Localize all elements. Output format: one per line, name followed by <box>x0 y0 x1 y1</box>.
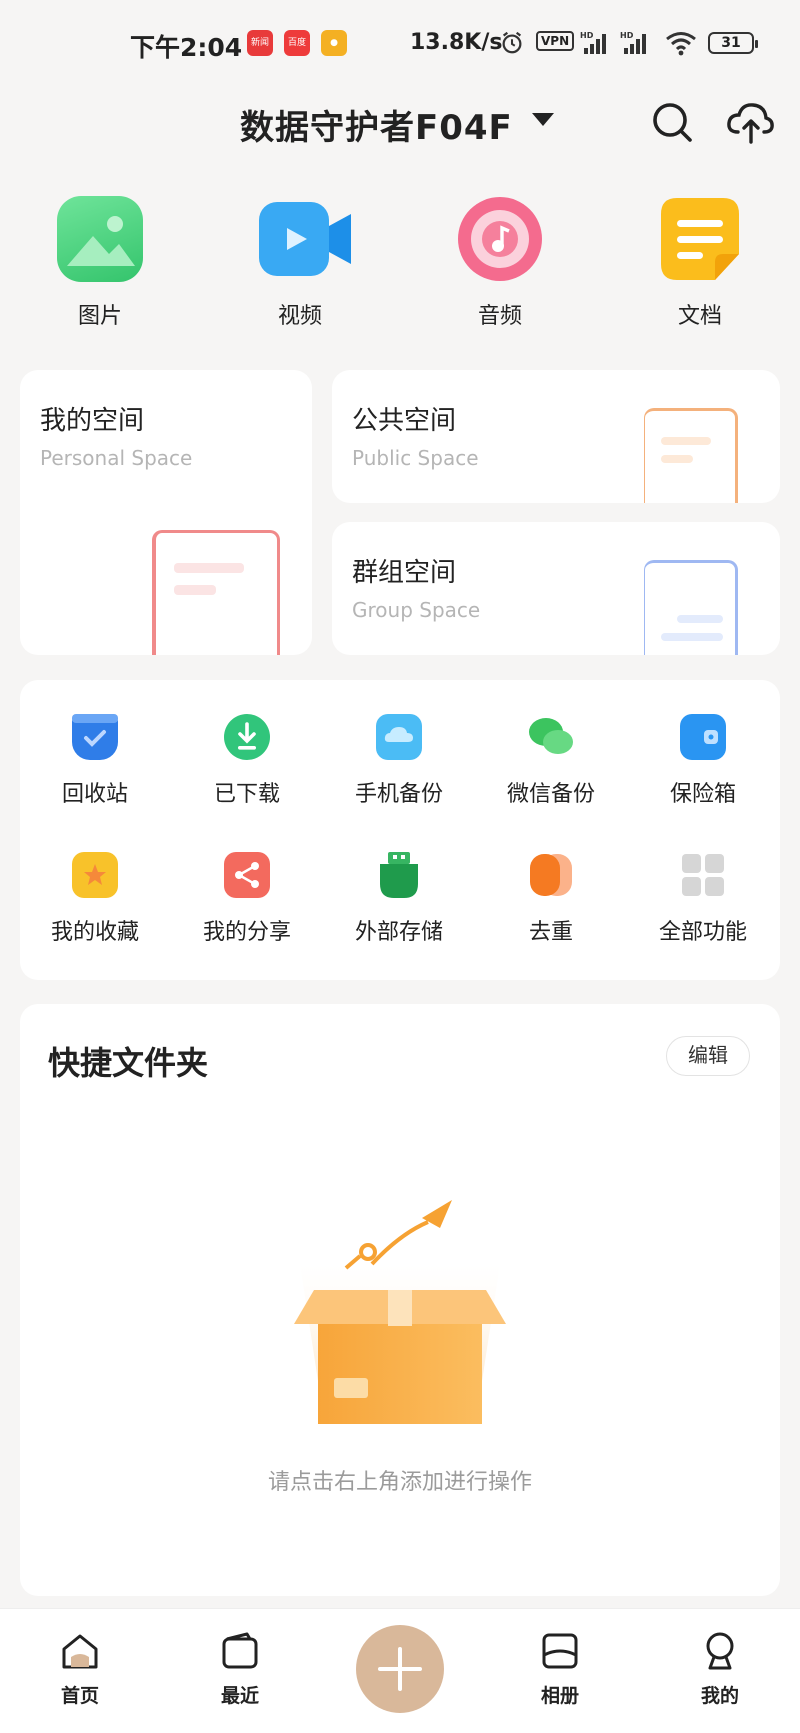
function-grid: 回收站 已下载 手机备份 微信备份 保险箱 我的收藏 我的分享 外部存储 去重 … <box>20 680 780 980</box>
fn-all-functions[interactable]: 全部功能 <box>628 852 778 946</box>
fn-recycle-bin[interactable]: 回收站 <box>20 714 170 808</box>
fn-safe-box[interactable]: 保险箱 <box>628 714 778 808</box>
safe-box-icon <box>680 714 726 760</box>
video-icon <box>257 196 351 282</box>
recent-icon <box>222 1632 258 1669</box>
category-audio[interactable]: 音频 <box>440 196 560 330</box>
recycle-bin-icon <box>72 714 118 760</box>
fn-label: 微信备份 <box>506 782 595 807</box>
quick-folders-title: 快捷文件夹 <box>48 1044 209 1082</box>
svg-text:HD: HD <box>580 31 594 40</box>
dedupe-icon <box>528 852 574 898</box>
nav-label: 相册 <box>540 1685 579 1707</box>
nav-album[interactable]: 相册 <box>510 1631 610 1708</box>
usb-storage-icon <box>376 852 422 898</box>
fn-favorites[interactable]: 我的收藏 <box>20 852 170 946</box>
profile-icon <box>706 1632 734 1670</box>
card-title: 群组空间 <box>352 558 457 588</box>
search-icon[interactable] <box>646 96 698 148</box>
fn-label: 我的收藏 <box>50 920 139 945</box>
group-space-card[interactable]: 群组空间 Group Space <box>332 522 780 655</box>
fn-my-shares[interactable]: 我的分享 <box>172 852 322 946</box>
fn-dedupe[interactable]: 去重 <box>476 852 626 946</box>
account-dropdown-icon[interactable] <box>532 113 554 126</box>
category-documents[interactable]: 文档 <box>640 196 760 330</box>
svg-text:HD: HD <box>620 31 634 40</box>
network-speed: 13.8K/s <box>410 30 503 55</box>
fn-label: 保险箱 <box>669 782 736 807</box>
empty-box-illustration <box>294 1200 506 1424</box>
fn-label: 外部存储 <box>354 920 443 945</box>
phone-backup-icon <box>376 714 422 760</box>
baidu-app-icon: 百度 <box>284 30 310 56</box>
favorite-icon <box>72 852 118 898</box>
edit-button[interactable]: 编辑 <box>666 1036 750 1076</box>
category-label: 音频 <box>477 304 522 329</box>
share-icon <box>224 852 270 898</box>
category-images[interactable]: 图片 <box>40 196 160 330</box>
signal-hd-icon: HD <box>580 31 606 54</box>
status-time: 下午2:04 <box>130 33 243 62</box>
album-icon <box>542 1633 578 1669</box>
status-bar: 下午2:04 新闻 百度 ● 13.8K/s VPN HD HD 31 <box>0 0 800 88</box>
fn-phone-backup[interactable]: 手机备份 <box>324 714 474 808</box>
nav-label: 我的 <box>700 1685 739 1707</box>
cloud-upload-icon[interactable] <box>724 96 776 148</box>
personal-doc-illustration <box>152 530 280 655</box>
card-subtitle: Personal Space <box>40 446 193 470</box>
quick-folders-card: 快捷文件夹 编辑 请点击右上角添加进行操作 <box>20 1004 780 1596</box>
category-label: 图片 <box>77 304 122 329</box>
audio-icon <box>457 196 543 282</box>
personal-space-card[interactable]: 我的空间 Personal Space <box>20 370 312 655</box>
wifi-icon <box>666 32 696 56</box>
card-subtitle: Public Space <box>352 446 479 470</box>
document-icon <box>657 196 743 282</box>
fn-label: 手机备份 <box>354 782 443 807</box>
signal-hd-2-icon: HD <box>620 31 646 54</box>
nav-profile[interactable]: 我的 <box>670 1631 770 1708</box>
empty-hint: 请点击右上角添加进行操作 <box>267 1470 532 1495</box>
fn-label: 我的分享 <box>202 920 291 945</box>
fn-external-storage[interactable]: 外部存储 <box>324 852 474 946</box>
public-space-card[interactable]: 公共空间 Public Space <box>332 370 780 503</box>
fn-label: 回收站 <box>61 782 128 807</box>
news-app-icon: 新闻 <box>247 30 273 56</box>
category-label: 视频 <box>277 304 322 329</box>
nav-recent[interactable]: 最近 <box>190 1631 290 1708</box>
fn-label: 去重 <box>528 920 573 945</box>
fn-label: 已下载 <box>213 782 280 807</box>
wechat-backup-icon <box>528 714 574 760</box>
category-videos[interactable]: 视频 <box>240 196 360 330</box>
fn-wechat-backup[interactable]: 微信备份 <box>476 714 626 808</box>
download-icon <box>224 714 270 760</box>
category-label: 文档 <box>677 304 722 329</box>
add-button[interactable] <box>356 1625 444 1713</box>
nav-label: 首页 <box>60 1685 99 1707</box>
all-functions-icon <box>680 852 726 898</box>
public-doc-illustration <box>644 408 738 503</box>
account-title[interactable]: 数据守护者F04F <box>240 100 513 149</box>
card-title: 我的空间 <box>40 406 145 436</box>
battery-indicator: 31 <box>708 32 758 54</box>
vpn-badge: VPN <box>536 31 575 51</box>
bottom-nav: 首页 最近 相册 我的 <box>0 1608 800 1733</box>
nav-label: 最近 <box>220 1685 259 1707</box>
app-notification-icon: ● <box>321 30 347 56</box>
card-subtitle: Group Space <box>352 598 481 622</box>
alarm-icon <box>502 31 522 54</box>
nav-home[interactable]: 首页 <box>30 1631 130 1708</box>
home-icon <box>62 1634 98 1669</box>
group-doc-illustration <box>644 560 738 655</box>
card-title: 公共空间 <box>352 406 457 436</box>
fn-label: 全部功能 <box>658 920 747 945</box>
image-icon <box>57 196 143 282</box>
fn-downloaded[interactable]: 已下载 <box>172 714 322 808</box>
